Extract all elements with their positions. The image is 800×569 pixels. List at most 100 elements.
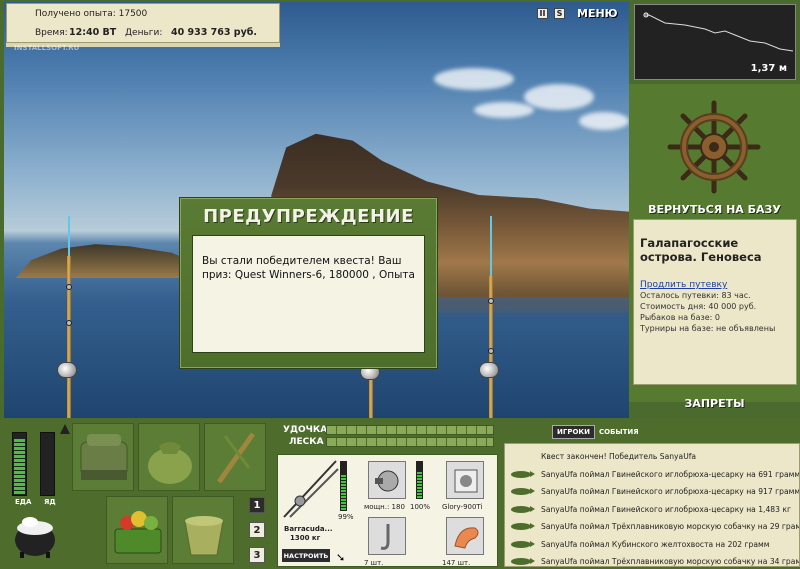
event-text: SanyaUfa поймал Кубинского желтохвоста н… — [541, 539, 770, 549]
gauge-segment — [417, 487, 422, 489]
extend-trip-link[interactable]: Продлить путевку — [640, 280, 790, 290]
tournaments: Турниры на базе: не объявлены — [640, 324, 776, 333]
gauge-segment — [341, 481, 346, 483]
slot-bucket[interactable] — [172, 496, 234, 564]
event-text: SanyaUfa поймал Трёхплавниковую морскую … — [541, 522, 799, 532]
gauge-segment — [417, 496, 422, 498]
gauge-segment — [14, 483, 25, 486]
gauge-segment — [341, 487, 346, 489]
slot-tools[interactable] — [204, 423, 266, 491]
tab-players[interactable]: ИГРОКИ — [552, 425, 595, 439]
event-item: SanyaUfa поймал Гвинейского иглобрюха-це… — [505, 466, 799, 484]
reel-item-icon[interactable] — [368, 461, 406, 499]
fish-icon — [511, 540, 535, 548]
event-item: SanyaUfa поймал Трёхплавниковую морскую … — [505, 553, 799, 569]
rod-name: Barracuda... — [284, 525, 333, 533]
rod-ring — [66, 284, 72, 290]
bait-count: 147 шт. — [442, 559, 471, 567]
gauge-segment — [341, 499, 346, 501]
gauge-segment — [341, 493, 346, 495]
watermark: INSTALLSOFT.RU — [14, 44, 80, 52]
ship-wheel-icon[interactable] — [664, 97, 764, 197]
event-item: Квест закончен! Победитель SanyaUfa — [505, 448, 799, 466]
dialog-message: Вы стали победителем квеста! Ваш приз: Q… — [192, 235, 425, 353]
reel-condition: 100% — [410, 503, 431, 511]
gauge-segment — [14, 455, 25, 458]
bans-button[interactable]: ЗАПРЕТЫ — [629, 397, 800, 410]
time-label: Время: — [35, 28, 68, 38]
sound-button[interactable]: S — [554, 8, 565, 19]
gauge-segment — [341, 496, 346, 498]
rod-tip — [68, 216, 70, 256]
page-button-1[interactable]: 1 — [249, 497, 265, 513]
cloud — [524, 84, 594, 110]
reel-icon — [479, 362, 499, 378]
fishing-rod-1[interactable] — [67, 256, 71, 418]
gauge-segment — [341, 490, 346, 492]
setup-button[interactable]: НАСТРОИТЬ — [282, 549, 330, 562]
fish-icon — [511, 488, 535, 496]
rod-ring — [488, 298, 494, 304]
events-panel: Квест закончен! Победитель SanyaUfa Sany… — [504, 443, 800, 567]
events-list: Квест закончен! Победитель SanyaUfa Sany… — [505, 448, 799, 569]
depth-graph: 1,37 м — [634, 4, 796, 80]
rod-ring — [488, 348, 494, 354]
day-cost: Стоимость дня: 40 000 руб. — [640, 302, 757, 311]
event-text: SanyaUfa поймал Гвинейского иглобрюха-це… — [541, 487, 799, 497]
slot-bag[interactable] — [72, 423, 134, 491]
rod-capacity: 1300 кг — [290, 534, 321, 542]
money-label: Деньги: — [125, 28, 163, 38]
gauge-segment — [14, 491, 25, 494]
slot-sack[interactable] — [138, 423, 200, 491]
player-info-panel: Получено опыта: 17500 Время: 12:40 ВТ Де… — [6, 3, 280, 43]
tools-icon — [216, 432, 256, 484]
poison-gauge — [40, 432, 55, 496]
event-item: SanyaUfa поймал Гвинейского иглобрюха-це… — [505, 501, 799, 519]
cauldron-icon[interactable] — [12, 512, 58, 560]
hook-icon[interactable] — [368, 517, 406, 555]
gauge-segment — [14, 463, 25, 466]
gauge-segment — [14, 487, 25, 490]
reel-icon — [57, 362, 77, 378]
gauge-segment — [14, 467, 25, 470]
line-name: Glory-900Ti — [442, 503, 483, 511]
rod-ring — [66, 320, 72, 326]
rod-tension-bar — [326, 425, 494, 435]
tab-events[interactable]: СОБЫТИЯ — [599, 428, 639, 436]
bag-icon — [80, 434, 128, 480]
slot-basket[interactable] — [106, 496, 168, 564]
gauge-segment — [417, 478, 422, 480]
island-left — [16, 244, 206, 278]
trip-left: Осталось путевки: 83 час. — [640, 291, 751, 300]
fish-icon — [511, 505, 535, 513]
gauge-segment — [14, 451, 25, 454]
warning-dialog: ПРЕДУПРЕЖДЕНИЕ Вы стали победителем квес… — [179, 197, 438, 369]
gauge-segment — [14, 459, 25, 462]
fish-icon — [511, 470, 535, 478]
page-button-3[interactable]: 3 — [249, 547, 265, 563]
top-controls: II S МЕНЮ — [537, 7, 618, 20]
location-panel: Галапагосские острова. Геновеса Продлить… — [633, 219, 797, 385]
gauge-segment — [14, 471, 25, 474]
pause-button[interactable]: II — [537, 8, 548, 19]
event-text: Квест закончен! Победитель SanyaUfa — [541, 452, 697, 462]
line-spool-icon[interactable] — [446, 461, 484, 499]
return-to-base-button[interactable]: ВЕРНУТЬСЯ НА БАЗУ — [629, 203, 800, 216]
menu-button[interactable]: МЕНЮ — [577, 7, 618, 20]
gauge-segment — [417, 490, 422, 492]
poison-label: ЯД — [44, 498, 56, 506]
fishers-count: Рыбаков на базе: 0 — [640, 313, 720, 322]
event-item: SanyaUfa поймал Трёхплавниковую морскую … — [505, 518, 799, 536]
cloud — [474, 102, 534, 118]
rod-tip — [490, 216, 492, 276]
sack-icon — [148, 442, 192, 484]
gauge-segment — [341, 508, 346, 510]
page-button-2[interactable]: 2 — [249, 522, 265, 538]
event-item: SanyaUfa поймал Гвинейского иглобрюха-це… — [505, 483, 799, 501]
shrimp-bait-icon[interactable] — [446, 517, 484, 555]
rod-label: УДОЧКА — [283, 425, 328, 435]
gauge-segment — [14, 479, 25, 482]
arrow-up-icon[interactable] — [60, 424, 70, 434]
event-text: SanyaUfa поймал Гвинейского иглобрюха-це… — [541, 504, 791, 514]
rod-icon[interactable] — [280, 457, 340, 521]
